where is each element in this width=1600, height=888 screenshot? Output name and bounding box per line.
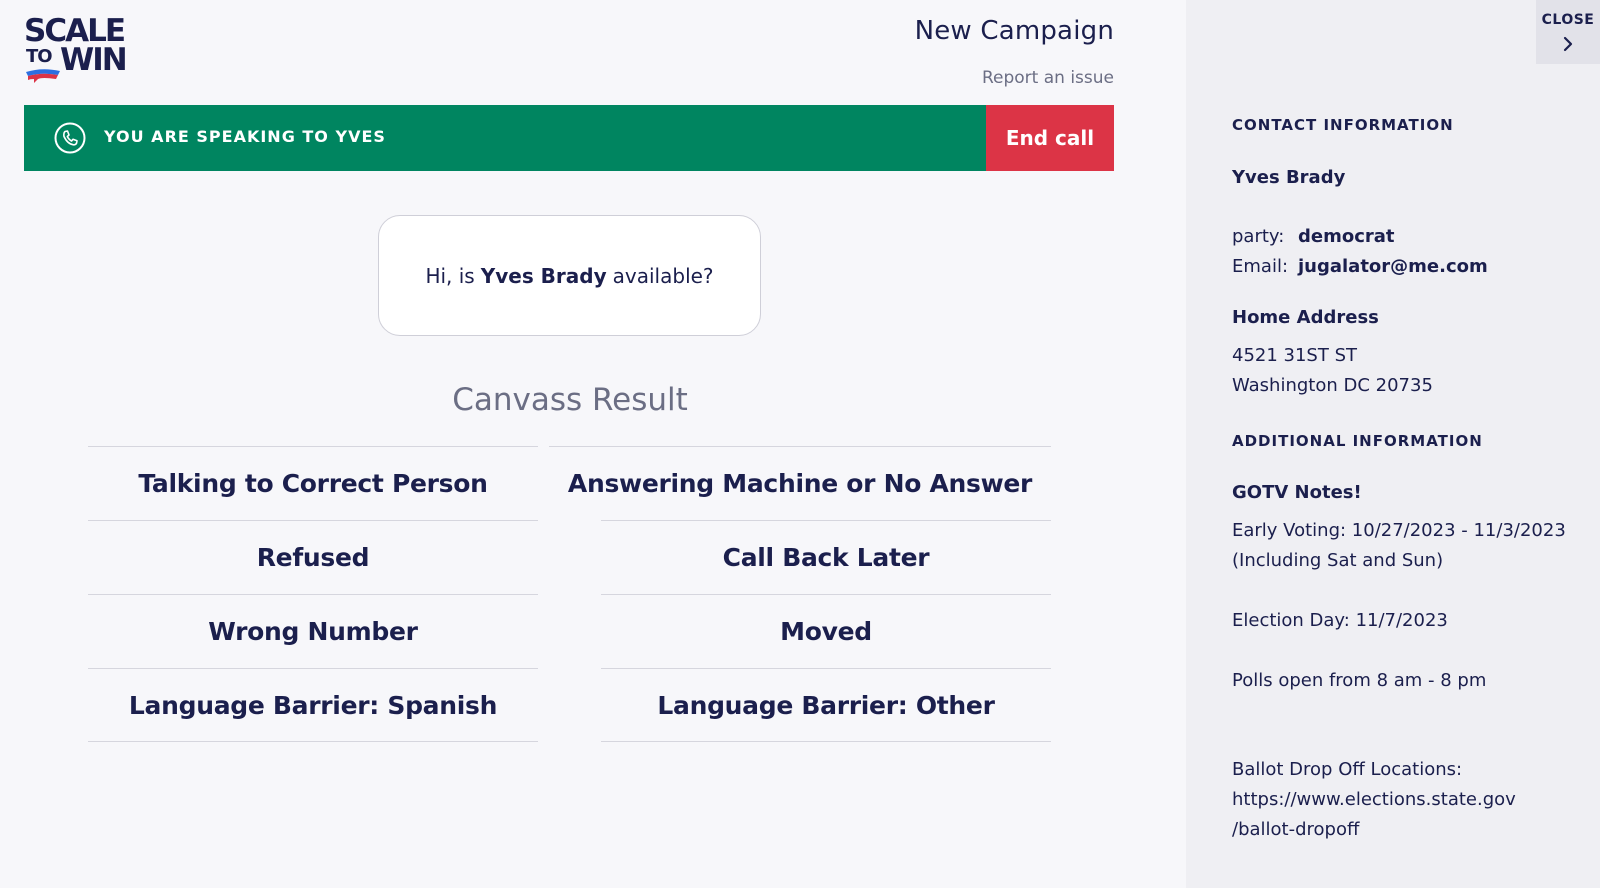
contact-sidebar: CLOSE CONTACT INFORMATION Yves Brady par…	[1186, 0, 1600, 888]
scale-to-win-logo: SCALE TO WIN	[24, 16, 136, 84]
script-prompt: Hi, is Yves Brady available?	[378, 215, 761, 336]
chevron-right-icon	[1563, 36, 1573, 52]
party-label: party:	[1232, 226, 1285, 247]
ballot-drop-off-url-2: /ballot-dropoff	[1232, 819, 1360, 840]
additional-info-heading: ADDITIONAL INFORMATION	[1232, 432, 1483, 450]
email-value: jugalator@me.com	[1298, 256, 1488, 277]
gotv-notes-heading: GOTV Notes!	[1232, 482, 1362, 503]
address-line-2: Washington DC 20735	[1232, 375, 1433, 396]
speaking-prefix: YOU ARE SPEAKING TO	[104, 127, 329, 146]
party-row: party: democrat	[1232, 226, 1395, 247]
call-status-bar: YOU ARE SPEAKING TO YVES End call	[24, 105, 1114, 171]
email-row: Email: jugalator@me.com	[1232, 256, 1488, 277]
party-value: democrat	[1298, 226, 1395, 247]
result-language-barrier-other[interactable]: Language Barrier: Other	[601, 668, 1051, 742]
ballot-drop-off-label: Ballot Drop Off Locations:	[1232, 759, 1463, 780]
result-language-barrier-spanish[interactable]: Language Barrier: Spanish	[88, 668, 538, 742]
contact-name: Yves Brady	[1232, 167, 1346, 188]
result-talking-to-correct-person[interactable]: Talking to Correct Person	[88, 446, 538, 520]
election-day-text: Election Day: 11/7/2023	[1232, 610, 1448, 631]
report-issue-link[interactable]: Report an issue	[814, 68, 1114, 88]
main-panel: SCALE TO WIN New Campaign Report an issu…	[0, 0, 1186, 888]
end-call-button[interactable]: End call	[986, 105, 1114, 171]
result-refused[interactable]: Refused	[88, 520, 538, 594]
result-moved[interactable]: Moved	[601, 594, 1051, 668]
result-wrong-number[interactable]: Wrong Number	[88, 594, 538, 668]
close-sidebar-button[interactable]: CLOSE	[1536, 0, 1600, 64]
polls-open-text: Polls open from 8 am - 8 pm	[1232, 670, 1487, 691]
campaign-title: New Campaign	[914, 16, 1114, 46]
address-line-1: 4521 31ST ST	[1232, 345, 1357, 366]
contact-info-heading: CONTACT INFORMATION	[1232, 116, 1454, 134]
logo-text-to: TO	[26, 46, 53, 67]
phone-icon	[54, 122, 86, 154]
result-answering-machine[interactable]: Answering Machine or No Answer	[549, 446, 1051, 520]
result-call-back-later[interactable]: Call Back Later	[601, 520, 1051, 594]
logo-text-win: WIN	[60, 42, 128, 78]
close-label: CLOSE	[1541, 12, 1595, 28]
early-voting-line-1: Early Voting: 10/27/2023 - 11/3/2023	[1232, 520, 1566, 541]
ballot-drop-off-url-1: https://www.elections.state.gov	[1232, 789, 1516, 810]
script-text-before: Hi, is	[425, 263, 475, 288]
script-contact-name: Yves Brady	[480, 263, 607, 288]
speaking-name: YVES	[335, 127, 386, 146]
script-text-after: available?	[612, 263, 714, 288]
home-address-heading: Home Address	[1232, 307, 1379, 328]
speaking-to-label: YOU ARE SPEAKING TO YVES	[104, 127, 386, 146]
logo-flag-icon	[26, 69, 60, 83]
canvass-result-title: Canvass Result	[452, 382, 688, 418]
early-voting-line-2: (Including Sat and Sun)	[1232, 550, 1444, 571]
email-label: Email:	[1232, 256, 1289, 277]
